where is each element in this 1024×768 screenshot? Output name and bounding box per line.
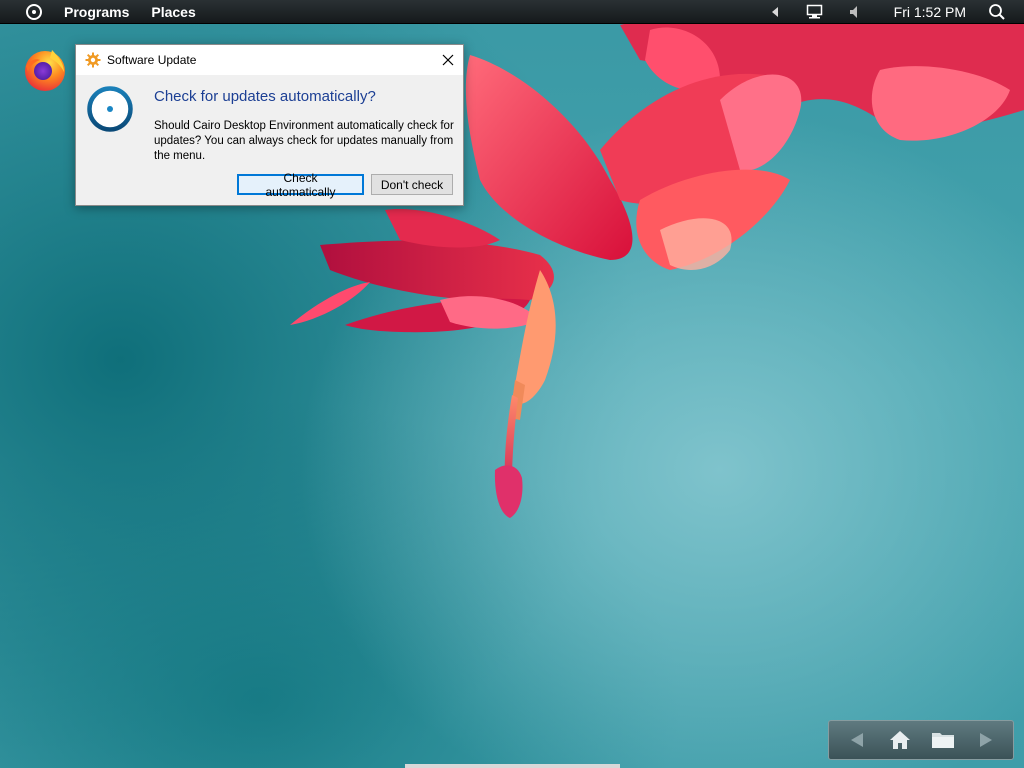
menu-bar: Programs Places Fri 1:52 PM <box>0 0 1024 24</box>
menu-programs[interactable]: Programs <box>64 4 129 20</box>
dialog-heading: Check for updates automatically? <box>154 88 376 105</box>
clock[interactable]: Fri 1:52 PM <box>894 4 966 20</box>
taskbar-edge <box>405 764 620 768</box>
places-toolbar <box>828 720 1014 760</box>
gear-icon <box>85 52 101 68</box>
forward-arrow-icon[interactable] <box>973 727 999 753</box>
search-icon[interactable] <box>988 3 1006 21</box>
folder-icon[interactable] <box>930 727 956 753</box>
check-automatically-button[interactable]: Check automatically <box>237 171 364 199</box>
back-arrow-icon[interactable] <box>844 727 870 753</box>
dialog-title: Software Update <box>107 53 197 67</box>
menu-bar-tray: Fri 1:52 PM <box>766 0 1024 23</box>
menu-places[interactable]: Places <box>151 4 195 20</box>
desktop: Programs Places Fri 1:52 PM Software Upd… <box>0 0 1024 768</box>
dialog-titlebar[interactable]: Software Update <box>76 45 463 75</box>
tray-expand-icon[interactable] <box>766 3 784 21</box>
cairo-logo-icon[interactable] <box>26 3 42 20</box>
dialog-message: Should Cairo Desktop Environment automat… <box>154 120 454 162</box>
network-icon[interactable] <box>806 3 824 21</box>
dont-check-button[interactable]: Don't check <box>371 174 453 195</box>
firefox-icon[interactable] <box>22 46 68 92</box>
home-icon[interactable] <box>887 727 913 753</box>
software-update-dialog: Software Update Check for updates automa… <box>75 44 464 206</box>
cairo-update-icon <box>87 86 133 132</box>
dialog-body: Check for updates automatically? Should … <box>76 75 463 205</box>
close-icon <box>442 54 454 66</box>
close-button[interactable] <box>433 45 463 75</box>
dialog-buttons: Check automatically Don't check <box>230 171 453 199</box>
volume-icon[interactable] <box>846 3 864 21</box>
